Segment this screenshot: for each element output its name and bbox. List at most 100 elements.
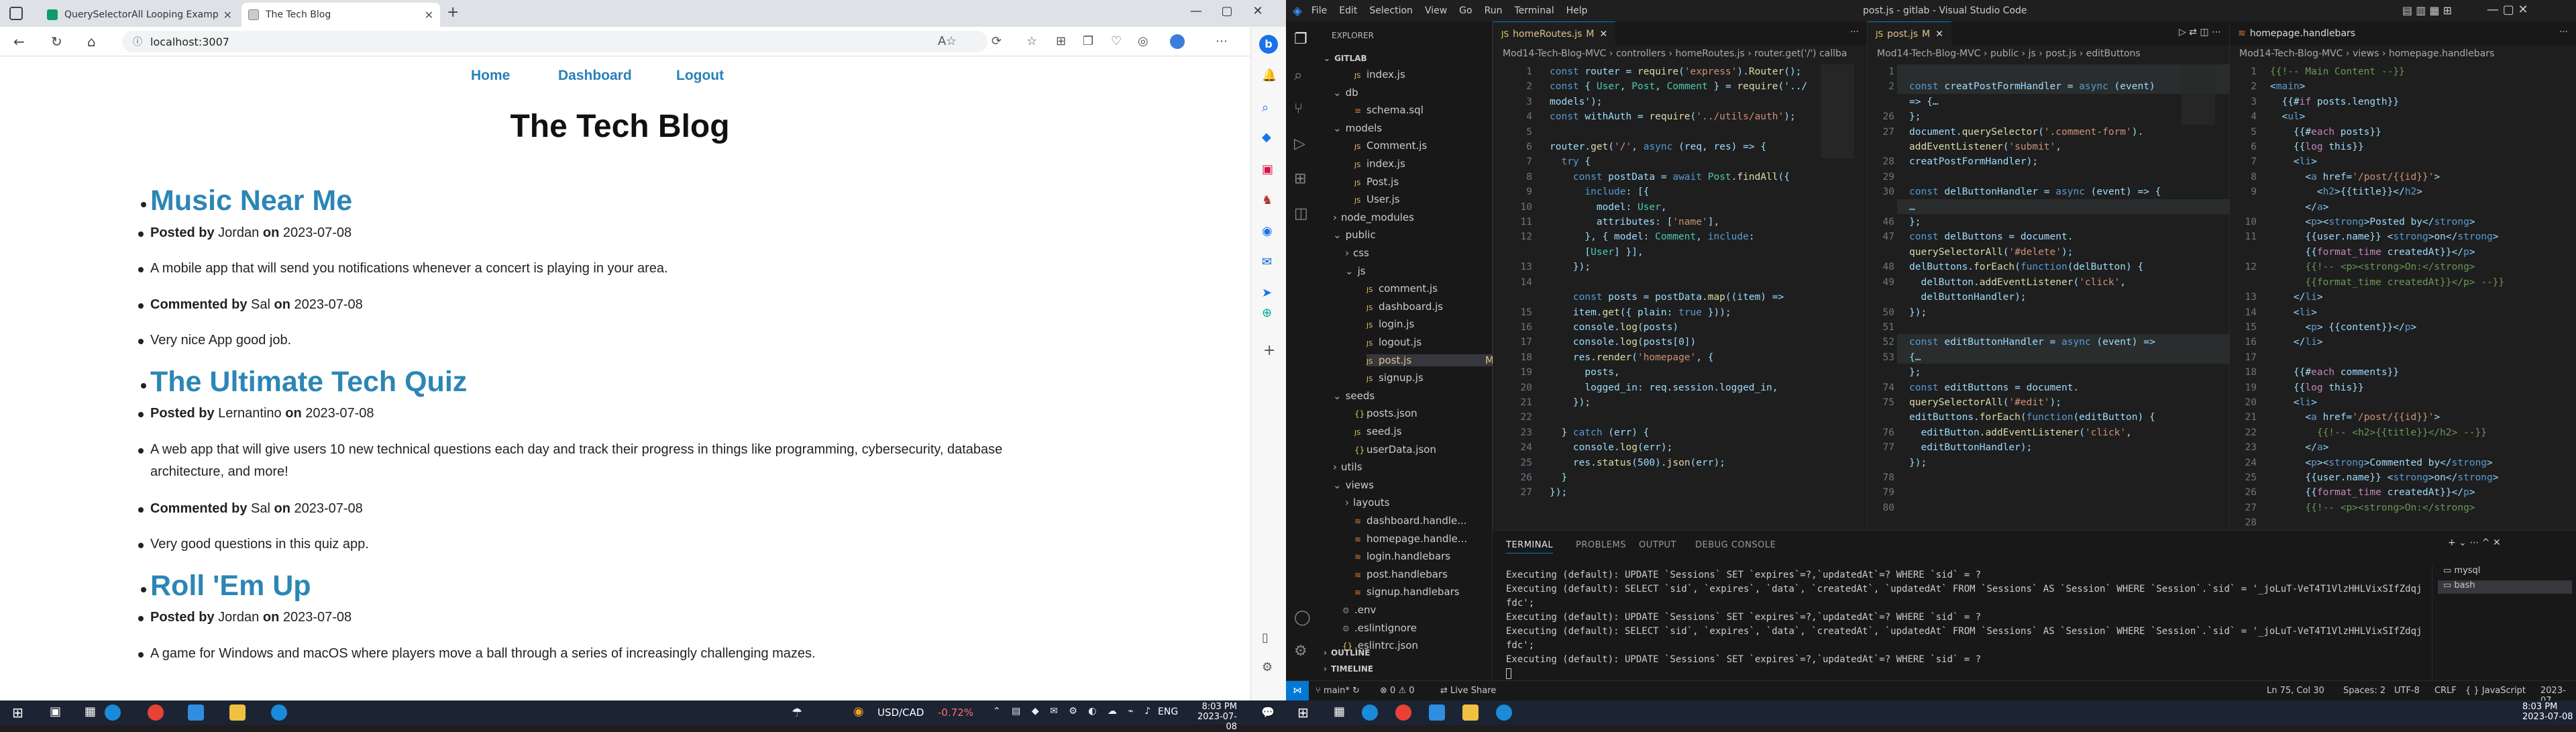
menu-help[interactable]: Help bbox=[1566, 5, 1588, 16]
folder-item[interactable]: db bbox=[1333, 87, 1358, 99]
minimap[interactable] bbox=[1821, 64, 1854, 158]
folder-item[interactable]: models bbox=[1333, 122, 1383, 134]
post-title-link[interactable]: Roll 'Em Up bbox=[141, 570, 311, 603]
close-tab-icon[interactable]: ✕ bbox=[223, 9, 232, 21]
layout-toggle-icon[interactable]: ▤ ▥ ▦ ⊞ bbox=[2402, 4, 2452, 17]
file-item[interactable]: ⚙ .env bbox=[1342, 604, 1376, 616]
widgets-icon[interactable]: ▦ bbox=[85, 704, 101, 721]
breadcrumb[interactable]: Mod14-Tech-Blog-MVC › public › js › post… bbox=[1868, 48, 2229, 63]
notification-icon[interactable]: 💬 bbox=[1261, 706, 1275, 719]
chrome-taskbar-icon[interactable] bbox=[148, 704, 164, 721]
file-item[interactable]: ⚙ .eslintignore bbox=[1342, 622, 1417, 634]
performance-icon[interactable]: ◎ bbox=[1138, 34, 1148, 48]
edge-beta-taskbar-icon[interactable] bbox=[271, 704, 287, 721]
live-share-button[interactable]: ⇄ Live Share bbox=[1440, 686, 1496, 696]
folder-item[interactable]: layouts bbox=[1345, 496, 1390, 509]
outline-section[interactable]: OUTLINE bbox=[1324, 648, 1370, 658]
copilot-icon[interactable]: b bbox=[1259, 35, 1278, 54]
sidebar-settings-icon[interactable]: ⚙ bbox=[1262, 660, 1273, 674]
terminal-item-mysql[interactable]: ▭ mysql bbox=[2443, 566, 2480, 576]
tab-debug-console[interactable]: DEBUG CONSOLE bbox=[1695, 540, 1776, 550]
folder-item[interactable]: public bbox=[1333, 229, 1376, 241]
folder-item[interactable]: css bbox=[1345, 247, 1369, 259]
minimap[interactable] bbox=[2182, 64, 2215, 125]
info-icon[interactable]: ⓘ bbox=[133, 35, 142, 48]
collections-icon[interactable]: ❐ bbox=[1083, 34, 1093, 48]
close-tab-icon[interactable]: ✕ bbox=[1600, 29, 1608, 40]
vscode-taskbar-icon[interactable] bbox=[188, 704, 204, 721]
eol-setting[interactable]: CRLF bbox=[2434, 686, 2457, 696]
more-actions-icon[interactable]: ⋯ bbox=[1850, 27, 1859, 37]
drop-icon[interactable]: ⊕ bbox=[1262, 306, 1272, 320]
code-content[interactable]: const router = require('express').Router… bbox=[1550, 64, 1807, 501]
editor-tab-homepage[interactable]: ≋ homepage.handlebars bbox=[2230, 21, 2363, 46]
stock-name[interactable]: USD/CAD bbox=[877, 707, 924, 719]
browser-tab-queryselector[interactable]: QuerySelectorAll Looping Examp ✕ bbox=[40, 3, 239, 27]
source-control-icon[interactable]: ⑂ bbox=[1294, 101, 1303, 117]
outlook-icon[interactable]: ✉ bbox=[1262, 255, 1272, 269]
task-view-icon[interactable]: ▣ bbox=[50, 704, 66, 721]
nav-logout-link[interactable]: Logout bbox=[676, 68, 724, 84]
weather-icon[interactable]: ☂ bbox=[792, 706, 802, 720]
close-tab-icon[interactable]: ✕ bbox=[1935, 29, 1943, 40]
problems-indicator[interactable]: ⊗ 0 ⚠ 0 bbox=[1380, 686, 1415, 696]
file-item[interactable]: JS Post.js bbox=[1354, 176, 1399, 188]
cursor-position[interactable]: Ln 75, Col 30 bbox=[2267, 686, 2324, 696]
nav-home-link[interactable]: Home bbox=[471, 68, 510, 84]
edge-beta-taskbar-icon-2[interactable] bbox=[1496, 704, 1512, 721]
tray-icons[interactable]: ⌃ ▤ ◆ ✉ ⚙ ◐ ☁ ⌁ ♪ bbox=[993, 706, 1155, 717]
file-item[interactable]: JS index.js bbox=[1354, 68, 1405, 81]
file-item[interactable]: JS seed.js bbox=[1354, 425, 1402, 437]
maximize-icon[interactable]: ▢ bbox=[1212, 4, 1242, 18]
chrome-taskbar-icon-2[interactable] bbox=[1395, 704, 1411, 721]
close-tab-icon[interactable]: ✕ bbox=[425, 9, 433, 21]
file-item[interactable]: {} posts.json bbox=[1354, 407, 1417, 419]
editor-actions-icons[interactable]: ▷ ⇄ ◫ ⋯ bbox=[2179, 27, 2221, 38]
home-icon[interactable]: ⌂ bbox=[87, 34, 96, 50]
file-item[interactable]: ≋ post.handlebars bbox=[1354, 568, 1448, 580]
remote-indicator-icon[interactable]: ⋈ bbox=[1286, 681, 1309, 700]
remote-explorer-icon[interactable]: ◫ bbox=[1294, 205, 1308, 222]
file-item[interactable]: {} userData.json bbox=[1354, 443, 1436, 456]
menu-view[interactable]: View bbox=[1425, 5, 1447, 16]
start-icon[interactable]: ⊞ bbox=[12, 704, 28, 721]
menu-go[interactable]: Go bbox=[1459, 5, 1472, 16]
minimize-icon[interactable]: — bbox=[1181, 4, 1212, 18]
code-content[interactable]: {{!-- Main Content --}} <main> {{#if pos… bbox=[2270, 64, 2504, 515]
favorite-star-icon[interactable]: ☆ bbox=[946, 34, 957, 48]
back-icon[interactable]: ← bbox=[13, 34, 25, 50]
editor-tab-homeroutes[interactable]: JS homeRoutes.js M ✕ bbox=[1493, 21, 1616, 46]
browser-essentials-icon[interactable]: ♡ bbox=[1111, 34, 1122, 48]
workspaces-icon[interactable] bbox=[9, 7, 23, 20]
folder-item[interactable]: seeds bbox=[1333, 390, 1375, 402]
profile-avatar[interactable] bbox=[1170, 34, 1185, 49]
add-sidebar-icon[interactable]: + bbox=[1263, 342, 1275, 359]
browser-tab-tech-blog[interactable]: The Tech Blog ✕ bbox=[241, 3, 440, 27]
file-item[interactable]: ≡ schema.sql bbox=[1354, 104, 1424, 116]
nav-dashboard-link[interactable]: Dashboard bbox=[558, 68, 632, 84]
indent-setting[interactable]: Spaces: 2 bbox=[2343, 686, 2385, 696]
tab-output[interactable]: OUTPUT bbox=[1639, 540, 1676, 550]
file-item[interactable]: JS signup.js bbox=[1366, 372, 1424, 384]
extensions-icon[interactable]: ⊞ bbox=[1294, 170, 1306, 187]
file-explorer-icon[interactable] bbox=[229, 704, 246, 721]
search-icon[interactable]: ⌕ bbox=[1294, 67, 1302, 84]
file-item[interactable]: ≋ login.handlebars bbox=[1354, 550, 1450, 562]
branch-indicator[interactable]: ⑂ main* ↻ bbox=[1316, 686, 1360, 696]
menu-file[interactable]: File bbox=[1311, 5, 1327, 16]
post-title-link[interactable]: The Ultimate Tech Quiz bbox=[140, 366, 467, 399]
file-item[interactable]: ≋ signup.handlebars bbox=[1354, 586, 1460, 598]
tab-problems[interactable]: PROBLEMS bbox=[1576, 540, 1626, 550]
encoding-setting[interactable]: UTF-8 bbox=[2394, 686, 2420, 696]
account-icon[interactable]: ◯ bbox=[1294, 609, 1311, 626]
terminal-item-bash[interactable]: ▭ bash bbox=[2438, 580, 2572, 594]
file-item[interactable]: ≋ dashboard.handle... bbox=[1354, 515, 1467, 527]
start-icon-2[interactable]: ⊞ bbox=[1297, 704, 1313, 721]
menu-run[interactable]: Run bbox=[1485, 5, 1503, 16]
folder-item[interactable]: utils bbox=[1333, 461, 1362, 473]
edge-taskbar-icon[interactable] bbox=[105, 704, 121, 721]
new-tab-button[interactable]: + bbox=[447, 4, 459, 21]
editor-tab-post[interactable]: JS post.js M ✕ bbox=[1868, 21, 1951, 46]
close-window-icon[interactable]: ✕ bbox=[1242, 4, 1273, 18]
breadcrumb[interactable]: Mod14-Tech-Blog-MVC › controllers › home… bbox=[1493, 48, 1867, 63]
